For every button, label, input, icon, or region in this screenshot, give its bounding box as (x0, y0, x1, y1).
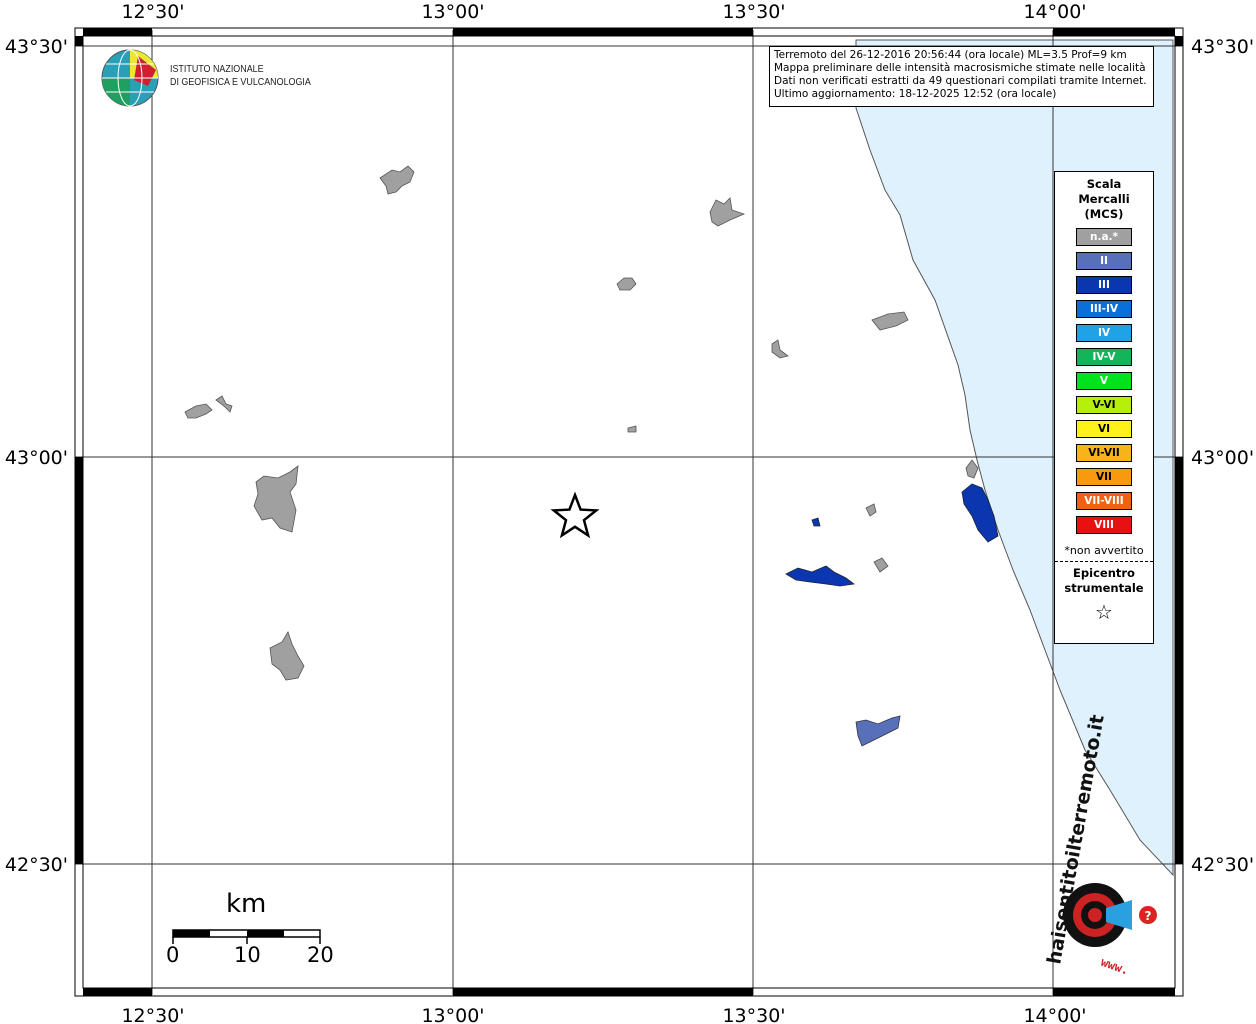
svg-text:12°30': 12°30' (121, 1005, 184, 1024)
legend-item: III-IV (1076, 300, 1132, 318)
localities-not-felt (184, 165, 979, 681)
info-line1: Terremoto del 26-12-2016 20:56:44 (ora l… (774, 49, 1127, 61)
left-axis-labels: 43°30' 43°00' 42°30' (5, 36, 68, 876)
legend-title: Scala Mercalli (MCS) (1078, 177, 1130, 221)
legend-item: IV-V (1076, 348, 1132, 366)
svg-text:12°30': 12°30' (121, 1, 184, 23)
legend-item: VII-VIII (1076, 492, 1132, 510)
svg-text:13°00': 13°00' (421, 1, 484, 23)
institute-name: ISTITUTO NAZIONALE DI GEOFISICA E VULCAN… (170, 63, 311, 89)
svg-text:?: ? (1145, 909, 1152, 923)
legend-item: V-VI (1076, 396, 1132, 414)
legend-epicenter-title: Epicentro strumentale (1064, 566, 1144, 595)
legend-item: II (1076, 252, 1132, 270)
svg-text:43°30': 43°30' (5, 36, 68, 58)
localities-intensity-II (855, 715, 901, 747)
svg-text:42°30': 42°30' (1191, 854, 1254, 876)
svg-text:43°00': 43°00' (5, 447, 68, 469)
info-line4: Ultimo aggiornamento: 18-12-2025 12:52 (… (774, 88, 1057, 100)
top-axis-labels: 12°30' 13°00' 13°30' 14°00' (121, 1, 1086, 23)
svg-text:13°30': 13°30' (722, 1005, 785, 1024)
svg-text:43°30': 43°30' (1191, 36, 1254, 58)
info-line3: Dati non verificati estratti da 49 quest… (774, 75, 1147, 87)
svg-text:43°00': 43°00' (1191, 447, 1254, 469)
localities-intensity-III (785, 483, 999, 587)
legend-item: IV (1076, 324, 1132, 342)
scale-label-10: 10 (234, 943, 261, 967)
legend-item: VII (1076, 468, 1132, 486)
star-icon: ☆ (1095, 600, 1113, 624)
info-line2: Mappa preliminare delle intensità macros… (774, 62, 1146, 74)
ingv-logo-icon (101, 49, 159, 107)
scale-bar (172, 929, 321, 944)
institute-line1: ISTITUTO NAZIONALE (170, 63, 264, 75)
scale-title: km (226, 889, 267, 919)
svg-text:13°30': 13°30' (722, 1, 785, 23)
legend-item: VIII (1076, 516, 1132, 534)
svg-text:14°00': 14°00' (1023, 1005, 1086, 1024)
institute-line2: DI GEOFISICA E VULCANOLOGIA (170, 76, 311, 88)
legend-item: n.a.* (1076, 228, 1132, 246)
epicenter-star (550, 491, 600, 539)
bottom-axis-labels: 12°30' 13°00' 13°30' 14°00' (121, 1005, 1086, 1024)
event-info-box: Terremoto del 26-12-2016 20:56:44 (ora l… (769, 46, 1154, 107)
scale-label-0: 0 (166, 943, 180, 967)
legend-items: n.a.* II III III-IV IV IV-V V V-VI VI VI-VII VII VI… (1055, 228, 1153, 534)
haisentito-url: www. (1099, 955, 1131, 978)
legend-item: III (1076, 276, 1132, 294)
svg-text:13°00': 13°00' (421, 1005, 484, 1024)
svg-text:42°30': 42°30' (5, 854, 68, 876)
legend-note: *non avvertito (1055, 544, 1153, 562)
mcs-legend: Scala Mercalli (MCS) n.a.* II III III-IV IV I… (1054, 171, 1154, 644)
right-axis-labels: 43°30' 43°00' 42°30' (1191, 36, 1254, 876)
legend-item: VI-VII (1076, 444, 1132, 462)
svg-text:14°00': 14°00' (1023, 1, 1086, 23)
legend-item: VI (1076, 420, 1132, 438)
legend-item: V (1076, 372, 1132, 390)
scale-label-20: 20 (307, 943, 334, 967)
